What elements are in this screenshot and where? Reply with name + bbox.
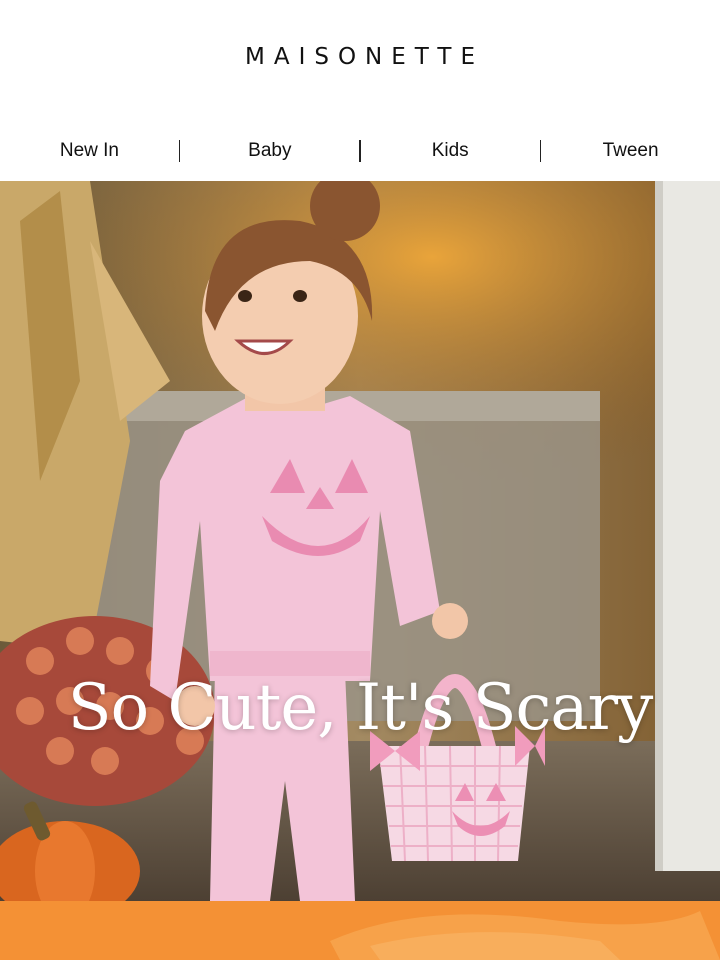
nav-item-new-in[interactable]: New In [0,122,179,180]
nav-item-tween[interactable]: Tween [541,122,720,180]
nav-item-baby[interactable]: Baby [180,122,359,180]
hero-photo [0,181,720,901]
next-section-band [0,901,720,960]
brush-stroke-decoration [330,911,720,960]
category-nav: New In Baby Kids Tween [0,122,720,180]
email-header: MAISONETTE [0,0,720,122]
nav-item-kids[interactable]: Kids [361,122,540,180]
hero-banner[interactable]: So Cute, It's Scary [0,181,720,901]
hero-headline: So Cute, It's Scary [67,671,654,745]
brand-logo[interactable]: MAISONETTE [0,44,720,70]
